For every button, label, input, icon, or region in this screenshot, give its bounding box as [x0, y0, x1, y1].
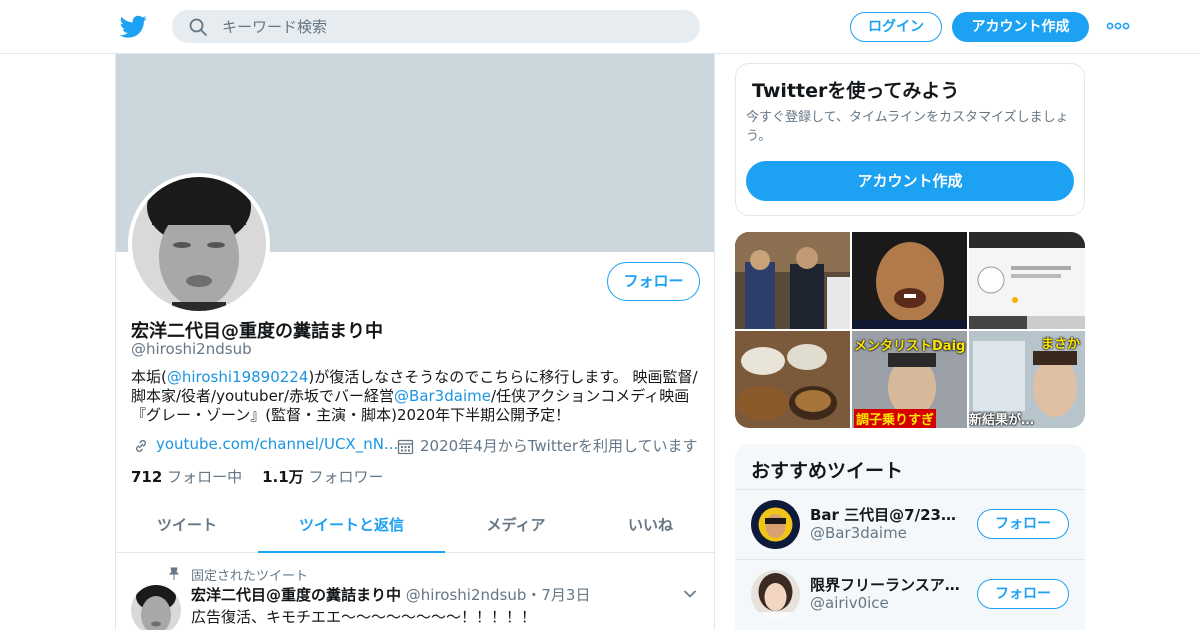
search-icon: [189, 18, 207, 36]
tweet-header: 宏洋二代目@重度の糞詰まり中 @hiroshi2ndsub・7月3日: [191, 584, 590, 605]
tab-likes[interactable]: いいね: [587, 502, 714, 553]
recommended-title: おすすめツイート: [751, 460, 904, 482]
chevron-down-icon[interactable]: [683, 589, 697, 599]
recommended-card: おすすめツイート Bar 三代目@7/23元... @Bar3daime フォロ…: [735, 444, 1085, 630]
profile-url-link[interactable]: youtube.com/channel/UCX_nN...: [156, 435, 398, 453]
profile-meta: youtube.com/channel/UCX_nN... 2020年4月からT…: [131, 435, 701, 457]
twitter-bird-icon[interactable]: [120, 13, 147, 40]
search-box[interactable]: [172, 10, 700, 43]
recommended-account-row[interactable]: 限界フリーランスア... @airiv0ice フォロー: [735, 559, 1085, 629]
tweet-text: 広告復活、キモチエエ〜〜〜〜〜〜〜〜！！！！！: [191, 608, 537, 626]
media-thumb-bar-photo[interactable]: [735, 232, 850, 329]
profile-stats: 712 フォロー中 1.1万 フォロワー: [131, 466, 383, 487]
pinned-tweet-label: 固定されたツイート: [191, 569, 309, 584]
recommended-follow-button[interactable]: フォロー: [977, 579, 1069, 609]
profile-avatar-frame[interactable]: [128, 173, 270, 315]
avatar[interactable]: [751, 500, 800, 549]
recommended-follow-button[interactable]: フォロー: [977, 509, 1069, 539]
bio-mention-bar3daime[interactable]: @Bar3daime: [394, 387, 491, 405]
recommended-account-name: Bar 三代目@7/23元...: [810, 506, 960, 524]
recommended-account-handle: @airiv0ice: [810, 594, 889, 612]
media-thumb-food[interactable]: [735, 331, 850, 428]
media-grid: メンタリストDaig 調子乗りすぎ まさか 新結果が…: [735, 232, 1085, 428]
signup-card-title: Twitterを使ってみよう: [752, 80, 960, 102]
profile-joined-date: 2020年4月からTwitterを利用しています: [420, 437, 698, 455]
profile-handle: @hiroshi2ndsub: [131, 340, 252, 358]
pin-icon: [168, 567, 180, 580]
media-caption-chosi: 調子乗りすぎ: [854, 409, 937, 428]
login-button[interactable]: ログイン: [850, 12, 942, 42]
profile-bio: 本垢(@hiroshi19890224)が復活しなさそうなのでこちらに移行します…: [131, 368, 698, 424]
tab-media[interactable]: メディア: [445, 502, 587, 553]
following-stat[interactable]: 712 フォロー中: [131, 468, 242, 486]
search-input[interactable]: [222, 10, 682, 43]
media-thumb-masaka[interactable]: まさか 新結果が…: [969, 331, 1085, 428]
signup-card-description: 今すぐ登録して、タイムラインをカスタマイズしましょう。: [746, 110, 1069, 144]
follow-button[interactable]: フォロー: [607, 262, 700, 301]
more-options-icon[interactable]: [1106, 18, 1130, 34]
profile-avatar[interactable]: [132, 177, 266, 311]
signup-card: Twitterを使ってみよう 今すぐ登録して、タイムラインをカスタマイズしましょ…: [735, 63, 1085, 216]
media-thumb-man-laughing[interactable]: [852, 232, 967, 329]
profile-tabs: ツイート ツイートと返信 メディア いいね: [116, 502, 714, 553]
link-icon: [136, 440, 146, 452]
recommended-account-handle: @Bar3daime: [810, 524, 907, 542]
signup-card-button[interactable]: アカウント作成: [746, 161, 1074, 201]
recommended-account-row[interactable]: Bar 三代目@7/23元... @Bar3daime フォロー: [735, 489, 1085, 559]
recommended-account-name: 限界フリーランスア...: [810, 576, 960, 594]
tweet-avatar[interactable]: [131, 585, 181, 630]
top-bar: ログイン アカウント作成: [0, 0, 1200, 54]
tweet-meta[interactable]: @hiroshi2ndsub・7月3日: [406, 586, 591, 604]
profile-column: フォロー 宏洋二代目@重度の糞詰まり中 @hiroshi2ndsub 本垢(@h…: [115, 54, 715, 630]
media-caption-daigo: メンタリストDaig: [854, 339, 966, 354]
media-thumb-sticker-shop[interactable]: [969, 232, 1085, 329]
tab-tweets-and-replies[interactable]: ツイートと返信: [258, 502, 445, 553]
bio-mention-hiroshi19890224[interactable]: @hiroshi19890224: [167, 368, 309, 386]
avatar[interactable]: [751, 570, 800, 619]
followers-stat[interactable]: 1.1万 フォロワー: [262, 468, 383, 486]
media-caption-masaka: まさか: [1041, 337, 1081, 352]
tab-tweets[interactable]: ツイート: [116, 502, 258, 553]
media-caption-kekka: 新結果が…: [969, 413, 1035, 428]
signup-button[interactable]: アカウント作成: [952, 12, 1089, 42]
calendar-icon: [397, 439, 414, 455]
tweet-author-name[interactable]: 宏洋二代目@重度の糞詰まり中: [191, 586, 401, 604]
media-thumb-daigo[interactable]: メンタリストDaig 調子乗りすぎ: [852, 331, 967, 428]
